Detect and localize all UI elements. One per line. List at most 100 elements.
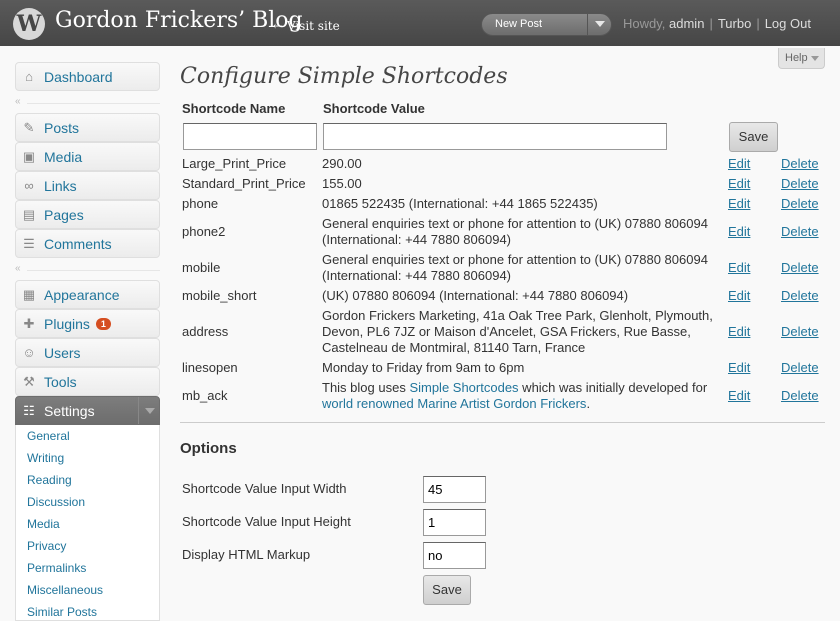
logout-link[interactable]: Log Out	[765, 16, 811, 31]
shortcode-value: Monday to Friday from 9am to 6pm	[322, 360, 525, 375]
sidebar-item-label: Comments	[44, 236, 112, 252]
new-post-button[interactable]: New Post	[481, 13, 612, 36]
sidebar-item-settings[interactable]: ☷ Settings	[15, 396, 160, 425]
new-shortcode-value-input[interactable]	[323, 123, 667, 150]
shortcode-name: mobile	[182, 260, 221, 275]
sidebar-item-users[interactable]: ☺ Users	[15, 338, 160, 367]
turbo-link[interactable]: Turbo	[718, 16, 751, 31]
wordpress-logo-icon[interactable]: W	[13, 8, 45, 40]
section-divider	[180, 422, 825, 423]
submenu-item-similar-posts[interactable]: Similar Posts	[27, 605, 97, 619]
edit-link[interactable]: Edit	[728, 324, 750, 339]
visit-site-link[interactable]: ← Visit site	[273, 19, 340, 33]
input-width-label: Shortcode Value Input Width	[182, 481, 347, 496]
shortcode-name: linesopen	[182, 360, 238, 375]
sidebar-item-comments[interactable]: ☰ Comments	[15, 229, 160, 258]
appearance-icon: ▦	[22, 287, 36, 302]
new-post-label: New Post	[495, 18, 543, 30]
submenu-item-general[interactable]: General	[27, 429, 70, 443]
sidebar-item-label: Links	[44, 178, 77, 194]
edit-link[interactable]: Edit	[728, 224, 750, 239]
menu-separator[interactable]: «	[15, 263, 160, 275]
shortcode-value: (UK) 07880 806094 (International: +44 78…	[322, 288, 629, 303]
submenu-item-privacy[interactable]: Privacy	[27, 539, 66, 553]
help-label: Help	[785, 52, 808, 64]
submenu-item-writing[interactable]: Writing	[27, 451, 64, 465]
display-html-field[interactable]	[423, 542, 486, 569]
sidebar-item-tools[interactable]: ⚒ Tools	[15, 367, 160, 396]
input-width-field[interactable]	[423, 476, 486, 503]
sidebar-item-label: Pages	[44, 207, 84, 223]
shortcode-name: Large_Print_Price	[182, 156, 287, 171]
delete-link[interactable]: Delete	[781, 360, 819, 375]
sidebar-item-posts[interactable]: ✎ Posts	[15, 113, 160, 142]
media-icon: ▣	[22, 149, 36, 164]
submenu-item-miscellaneous[interactable]: Miscellaneous	[27, 583, 103, 597]
sidebar-item-label: Posts	[44, 120, 80, 136]
chevron-down-icon	[145, 408, 155, 414]
edit-link[interactable]: Edit	[728, 388, 750, 403]
sidebar-item-dashboard[interactable]: ⌂ Dashboard	[15, 62, 160, 91]
chevron-down-icon[interactable]	[595, 21, 605, 27]
edit-link[interactable]: Edit	[728, 360, 750, 375]
delete-link[interactable]: Delete	[781, 176, 819, 191]
new-post-divider	[587, 14, 588, 35]
edit-link[interactable]: Edit	[728, 288, 750, 303]
sidebar-item-label: Users	[44, 345, 81, 361]
input-height-label: Shortcode Value Input Height	[182, 514, 351, 529]
sidebar-item-label: Media	[44, 149, 83, 165]
delete-link[interactable]: Delete	[781, 388, 819, 403]
shortcode-value: 01865 522435 (International: +44 1865 52…	[322, 196, 598, 211]
sidebar-item-pages[interactable]: ▤ Pages	[15, 200, 160, 229]
page-icon: ▤	[22, 207, 36, 222]
howdy-text: Howdy,	[623, 16, 666, 31]
tools-icon: ⚒	[23, 374, 35, 389]
chevron-down-icon	[811, 56, 819, 61]
delete-link[interactable]: Delete	[781, 156, 819, 171]
simple-shortcodes-link[interactable]: Simple Shortcodes	[409, 380, 518, 395]
input-height-field[interactable]	[423, 509, 486, 536]
settings-submenu: General Writing Reading Discussion Media…	[15, 425, 160, 621]
column-header-name: Shortcode Name	[182, 101, 286, 116]
update-count-badge: 1	[95, 318, 111, 330]
admin-header: W Gordon Frickers’ Blog ← Visit site New…	[0, 0, 840, 46]
delete-link[interactable]: Delete	[781, 224, 819, 239]
shortcode-value: 155.00	[322, 176, 362, 191]
submenu-item-media[interactable]: Media	[27, 517, 60, 531]
help-tab[interactable]: Help	[778, 48, 825, 69]
options-heading: Options	[180, 440, 237, 457]
submenu-item-discussion[interactable]: Discussion	[27, 495, 85, 509]
sidebar-item-plugins[interactable]: ✚ Plugins 1	[15, 309, 160, 338]
dashboard-icon: ⌂	[25, 69, 33, 84]
shortcode-value: General enquiries text or phone for atte…	[322, 252, 708, 283]
settings-icon: ☷	[23, 403, 35, 418]
new-shortcode-name-input[interactable]	[183, 123, 317, 150]
delete-link[interactable]: Delete	[781, 324, 819, 339]
edit-link[interactable]: Edit	[728, 260, 750, 275]
delete-link[interactable]: Delete	[781, 196, 819, 211]
gordon-frickers-link[interactable]: world renowned Marine Artist Gordon Fric…	[322, 396, 586, 411]
shortcode-name: address	[182, 324, 229, 339]
add-shortcode-save-button[interactable]: Save	[729, 122, 778, 152]
shortcode-name: mb_ack	[182, 388, 228, 403]
options-save-button[interactable]: Save	[423, 575, 471, 605]
page-title: Configure Simple Shortcodes	[180, 64, 508, 89]
sidebar-item-label: Plugins	[44, 316, 90, 332]
sidebar-item-links[interactable]: ∞ Links	[15, 171, 160, 200]
shortcode-name: phone	[182, 196, 219, 211]
edit-link[interactable]: Edit	[728, 176, 750, 191]
user-link[interactable]: admin	[669, 16, 704, 31]
edit-link[interactable]: Edit	[728, 156, 750, 171]
sidebar-item-appearance[interactable]: ▦ Appearance	[15, 280, 160, 309]
submenu-item-reading[interactable]: Reading	[27, 473, 72, 487]
delete-link[interactable]: Delete	[781, 288, 819, 303]
delete-link[interactable]: Delete	[781, 260, 819, 275]
users-icon: ☺	[22, 345, 36, 360]
sidebar-item-media[interactable]: ▣ Media	[15, 142, 160, 171]
menu-separator[interactable]: «	[15, 96, 160, 108]
submenu-toggle[interactable]	[138, 397, 160, 424]
submenu-item-permalinks[interactable]: Permalinks	[27, 561, 86, 575]
shortcode-value: 290.00	[322, 156, 362, 171]
shortcode-name: mobile_short	[182, 288, 257, 303]
edit-link[interactable]: Edit	[728, 196, 750, 211]
